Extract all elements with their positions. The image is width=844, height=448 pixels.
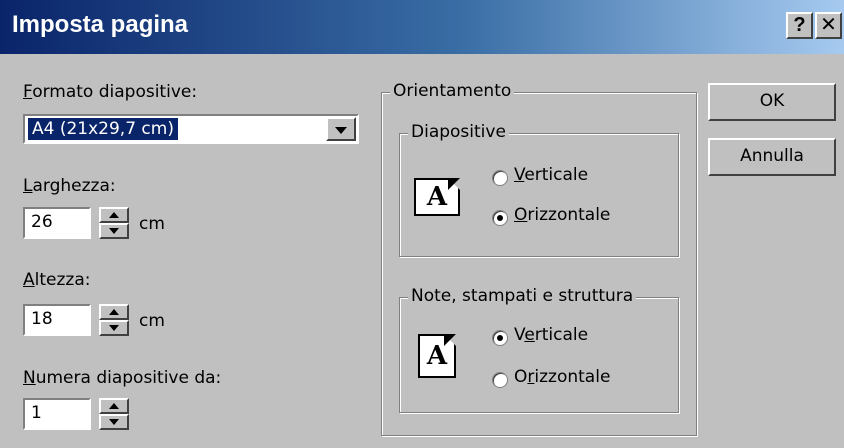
close-icon: ✕: [820, 14, 837, 36]
slides-portrait-label[interactable]: Verticale: [514, 165, 588, 185]
slide-format-select[interactable]: A4 (21x29,7 cm): [23, 114, 359, 144]
orientation-group: Orientamento Diapositive A Verticale Ori…: [381, 81, 697, 436]
height-input[interactable]: 18: [23, 304, 91, 336]
height-unit: cm: [139, 311, 165, 331]
notes-orientation-group: Note, stampati e struttura A Verticale O…: [399, 286, 679, 413]
notes-portrait-radio[interactable]: [492, 330, 508, 346]
help-icon: ?: [793, 14, 806, 36]
orientation-legend: Orientamento: [390, 81, 515, 101]
slides-landscape-label[interactable]: Orizzontale: [514, 205, 610, 225]
cancel-button[interactable]: Annulla: [708, 138, 836, 176]
width-spinner[interactable]: [99, 207, 129, 239]
spin-up-icon[interactable]: [99, 398, 129, 414]
close-button[interactable]: ✕: [815, 12, 842, 39]
landscape-page-icon: A: [414, 178, 460, 216]
numbering-input[interactable]: 1: [23, 398, 91, 430]
title-bar[interactable]: Imposta pagina ? ✕: [0, 0, 844, 54]
window-title: Imposta pagina: [12, 11, 189, 38]
width-unit: cm: [139, 214, 165, 234]
spin-down-icon[interactable]: [99, 223, 129, 239]
numbering-label: Numera diapositive da:: [23, 368, 222, 388]
width-label: Larghezza:: [23, 176, 116, 196]
spin-down-icon[interactable]: [99, 414, 129, 430]
help-button[interactable]: ?: [786, 12, 813, 39]
spin-up-icon[interactable]: [99, 304, 129, 320]
slides-portrait-radio[interactable]: [492, 170, 508, 186]
spin-down-icon[interactable]: [99, 320, 129, 336]
width-input[interactable]: 26: [23, 207, 91, 239]
numbering-spinner[interactable]: [99, 398, 129, 430]
slide-format-value: A4 (21x29,7 cm): [28, 118, 178, 140]
page-setup-dialog: Imposta pagina ? ✕ Formato diapositive: …: [0, 0, 844, 448]
ok-button[interactable]: OK: [708, 83, 836, 121]
portrait-page-icon: A: [418, 334, 456, 378]
dropdown-arrow-icon[interactable]: [326, 117, 356, 141]
notes-landscape-radio[interactable]: [492, 372, 508, 388]
slides-orientation-group: Diapositive A Verticale Orizzontale: [399, 122, 679, 257]
slides-legend: Diapositive: [408, 122, 509, 142]
height-spinner[interactable]: [99, 304, 129, 336]
notes-landscape-label[interactable]: Orizzontale: [514, 367, 610, 387]
slide-format-label: Formato diapositive:: [23, 82, 198, 102]
notes-legend: Note, stampati e struttura: [408, 286, 637, 306]
spin-up-icon[interactable]: [99, 207, 129, 223]
height-label: Altezza:: [23, 270, 91, 290]
notes-portrait-label[interactable]: Verticale: [514, 325, 588, 345]
slides-landscape-radio[interactable]: [492, 210, 508, 226]
